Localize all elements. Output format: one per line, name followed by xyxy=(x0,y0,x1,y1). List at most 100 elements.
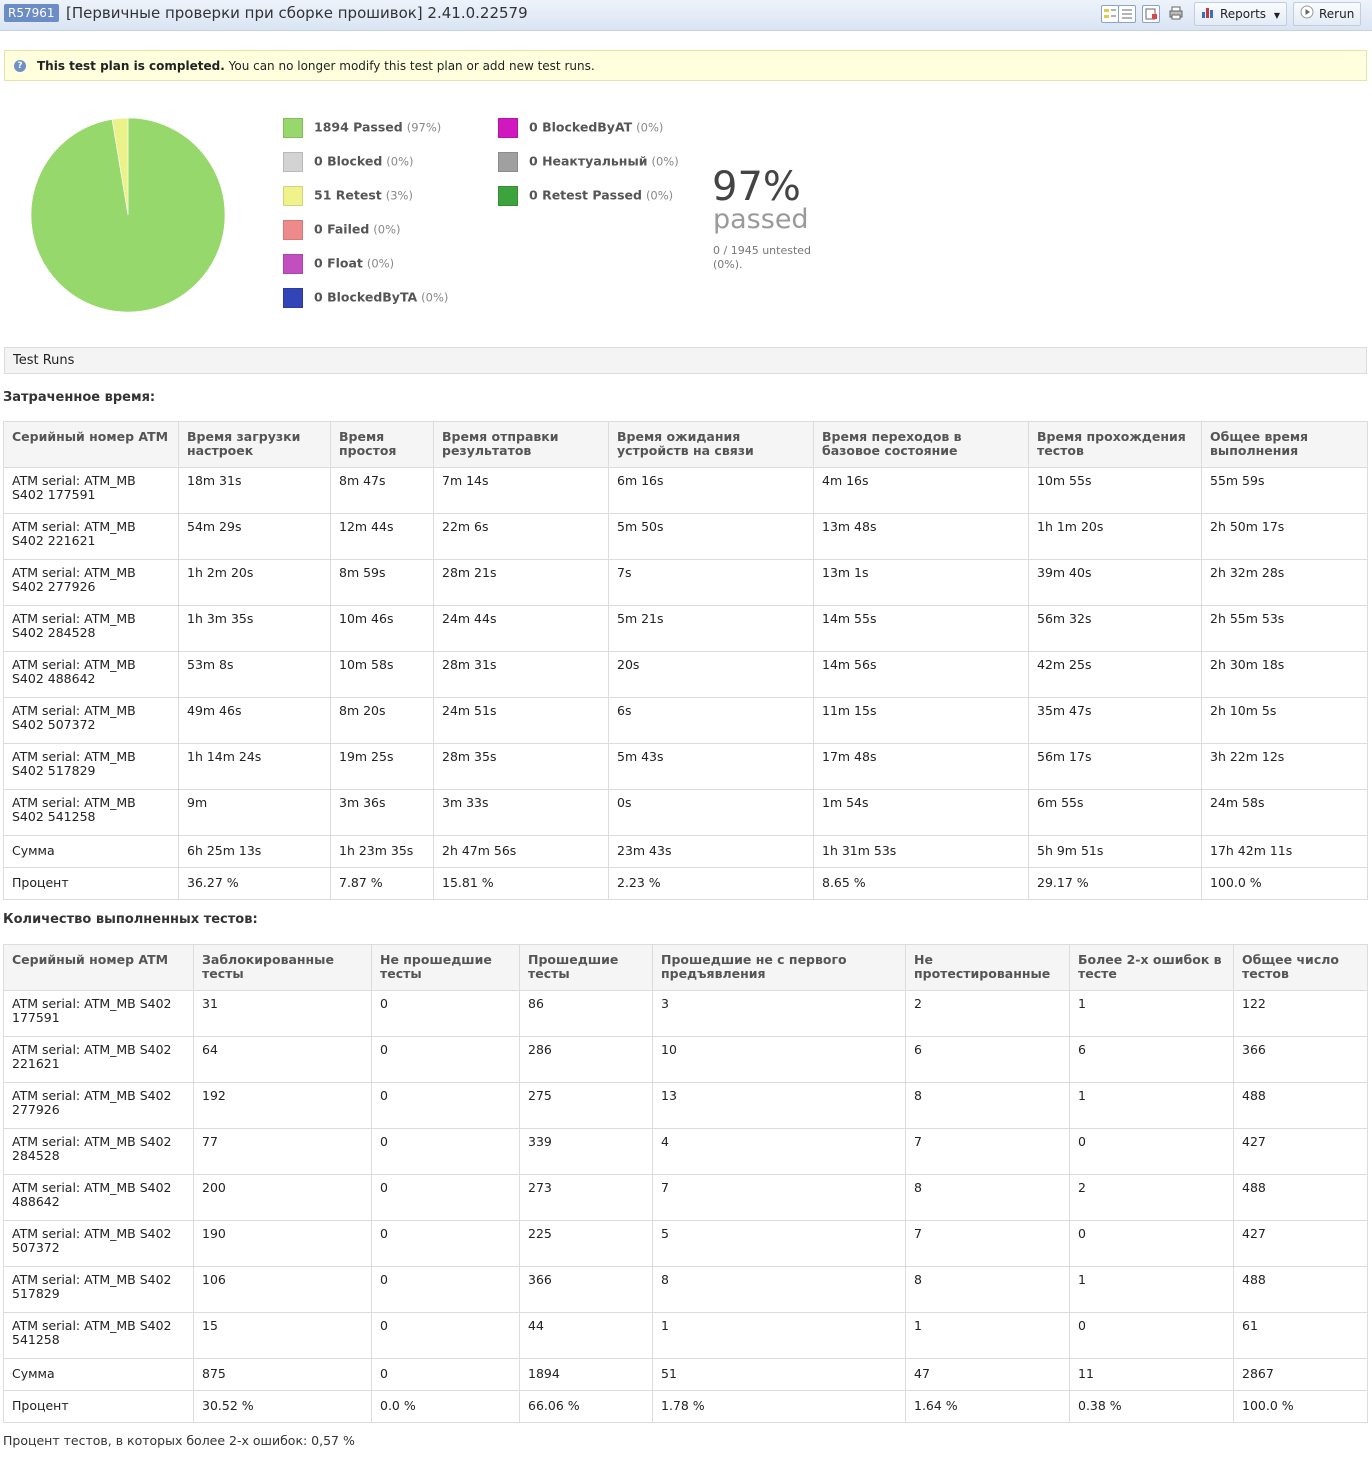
table-cell: 1h 2m 20s xyxy=(178,559,331,606)
table-cell: 2h 47m 56s xyxy=(433,835,609,868)
table-cell: 17m 48s xyxy=(813,743,1029,790)
table-cell: 56m 17s xyxy=(1028,743,1202,790)
table-cell: 18m 31s xyxy=(178,467,331,514)
legend-swatch xyxy=(283,219,303,240)
table-cell: 427 xyxy=(1233,1128,1368,1175)
percent-row: Процент 30.52 % 0.0 % 66.06 % 1.78 % 1.64 % 0.… xyxy=(3,1390,1368,1423)
atm-serial-cell: ATM serial: ATM_MB S402 488642 xyxy=(3,651,179,698)
rerun-button[interactable]: Rerun xyxy=(1293,2,1362,26)
table-cell: 20s xyxy=(608,651,814,698)
atm-serial-cell: ATM serial: ATM_MB S402 517829 xyxy=(3,743,179,790)
column-header: Прошедшие тесты xyxy=(519,944,653,991)
legend-retest: 51 Retest (3%) xyxy=(283,184,413,206)
table-cell: 22m 6s xyxy=(433,513,609,560)
column-header: Заблокированные тесты xyxy=(193,944,372,991)
column-header: Не прошедшие тесты xyxy=(371,944,520,991)
table-cell: 6h 25m 13s xyxy=(178,835,331,868)
table-cell: 6m 16s xyxy=(608,467,814,514)
table-cell: 28m 21s xyxy=(433,559,609,606)
table-cell: 6m 55s xyxy=(1028,789,1202,836)
atm-serial-cell: ATM serial: ATM_MB S402 277926 xyxy=(3,559,179,606)
table-cell: 2h 30m 18s xyxy=(1201,651,1368,698)
table-cell: 1 xyxy=(1069,1266,1234,1313)
details-view-icon[interactable] xyxy=(1118,5,1136,23)
legend-swatch xyxy=(283,253,303,274)
legend-percent: (0%) xyxy=(645,188,674,203)
table-cell: 225 xyxy=(519,1220,653,1267)
test-runs-header[interactable]: Test Runs xyxy=(4,347,1367,374)
table-row: ATM serial: ATM_MB S402 488642 53m 8s 10m … xyxy=(3,651,1368,698)
table-cell: 1894 xyxy=(519,1358,653,1391)
legend-irrelevant: 0 Неактуальный (0%) xyxy=(498,150,679,172)
legend-swatch xyxy=(283,185,303,206)
reports-button[interactable]: Reports ▼ xyxy=(1194,2,1288,26)
table-cell: 8m 59s xyxy=(330,559,434,606)
legend-label: 0 BlockedByAT xyxy=(529,119,633,135)
table-cell: 1h 1m 20s xyxy=(1028,513,1202,560)
table-cell: 5m 43s xyxy=(608,743,814,790)
print-icon[interactable] xyxy=(1168,5,1184,21)
table-cell: 39m 40s xyxy=(1028,559,1202,606)
legend-label: 0 Float xyxy=(314,255,363,271)
table-cell: 1 xyxy=(1069,990,1234,1037)
table-cell: 6 xyxy=(1069,1036,1234,1083)
table-cell: 15.81 % xyxy=(433,867,609,900)
table-cell: 7 xyxy=(905,1220,1070,1267)
list-view-icon[interactable] xyxy=(1101,5,1119,23)
table-row: ATM serial: ATM_MB S402 507372 49m 46s 8m … xyxy=(3,697,1368,744)
table-cell: 14m 55s xyxy=(813,605,1029,652)
table-cell: 7m 14s xyxy=(433,467,609,514)
table-row: ATM serial: ATM_MB S402 221621 64 0 286 10 6 6… xyxy=(3,1036,1368,1083)
table-cell: 12m 44s xyxy=(330,513,434,560)
table-row: ATM serial: ATM_MB S402 488642 200 0 273 7 8 2… xyxy=(3,1174,1368,1221)
table-cell: 1.64 % xyxy=(905,1390,1070,1423)
table-cell: 42m 25s xyxy=(1028,651,1202,698)
table-cell: 23m 43s xyxy=(608,835,814,868)
table-row: ATM serial: ATM_MB S402 177591 31 0 86 3 2 1 12… xyxy=(3,990,1368,1037)
legend-percent: (0%) xyxy=(373,222,401,237)
chevron-down-icon: ▼ xyxy=(1273,11,1281,20)
table-cell: 190 xyxy=(193,1220,372,1267)
table-cell: 106 xyxy=(193,1266,372,1313)
table-cell: 86 xyxy=(519,990,653,1037)
table-row: ATM serial: ATM_MB S402 507372 190 0 225 5 7 0… xyxy=(3,1220,1368,1267)
table-cell: 55m 59s xyxy=(1201,467,1368,514)
legend-label: 0 BlockedByTA xyxy=(314,289,418,305)
table-cell: 1 xyxy=(905,1312,1070,1359)
column-header: Более 2-х ошибок в тесте xyxy=(1069,944,1234,991)
table-cell: 6s xyxy=(608,697,814,744)
table-cell: 2.23 % xyxy=(608,867,814,900)
table-cell: 56m 32s xyxy=(1028,605,1202,652)
atm-serial-cell: ATM serial: ATM_MB S402 517829 xyxy=(3,1266,194,1313)
table-row: ATM serial: ATM_MB S402 177591 18m 31s 8m … xyxy=(3,467,1368,514)
table-cell: 77 xyxy=(193,1128,372,1175)
table-row: ATM serial: ATM_MB S402 541258 9m 3m 36s 3m… xyxy=(3,789,1368,836)
table-cell: 9m xyxy=(178,789,331,836)
table-cell: 28m 31s xyxy=(433,651,609,698)
table-cell: 10m 58s xyxy=(330,651,434,698)
table-cell: 2867 xyxy=(1233,1358,1368,1391)
count-section-title: Количество выполненных тестов: xyxy=(3,912,258,927)
table-cell: 488 xyxy=(1233,1174,1368,1221)
table-cell: 488 xyxy=(1233,1266,1368,1313)
table-cell: 0 xyxy=(371,1312,520,1359)
row-label: Процент xyxy=(3,867,179,900)
row-label: Сумма xyxy=(3,835,179,868)
column-header: Общее время выполнения xyxy=(1201,421,1368,468)
table-cell: 875 xyxy=(193,1358,372,1391)
plan-id-badge: R57961 xyxy=(4,4,59,22)
table-cell: 44 xyxy=(519,1312,653,1359)
table-cell: 8 xyxy=(905,1174,1070,1221)
column-header: Время ожидания устройств на связи xyxy=(608,421,814,468)
table-cell: 1h 3m 35s xyxy=(178,605,331,652)
table-cell: 339 xyxy=(519,1128,653,1175)
table-cell: 8 xyxy=(905,1082,1070,1129)
table-cell: 8 xyxy=(905,1266,1070,1313)
table-row: ATM serial: ATM_MB S402 277926 192 0 275 13 8… xyxy=(3,1082,1368,1129)
export-icon[interactable] xyxy=(1142,5,1160,23)
atm-serial-cell: ATM serial: ATM_MB S402 284528 xyxy=(3,605,179,652)
legend-percent: (0%) xyxy=(651,154,679,169)
legend-swatch xyxy=(283,117,303,138)
table-cell: 17h 42m 11s xyxy=(1201,835,1368,868)
table-cell: 2h 10m 5s xyxy=(1201,697,1368,744)
